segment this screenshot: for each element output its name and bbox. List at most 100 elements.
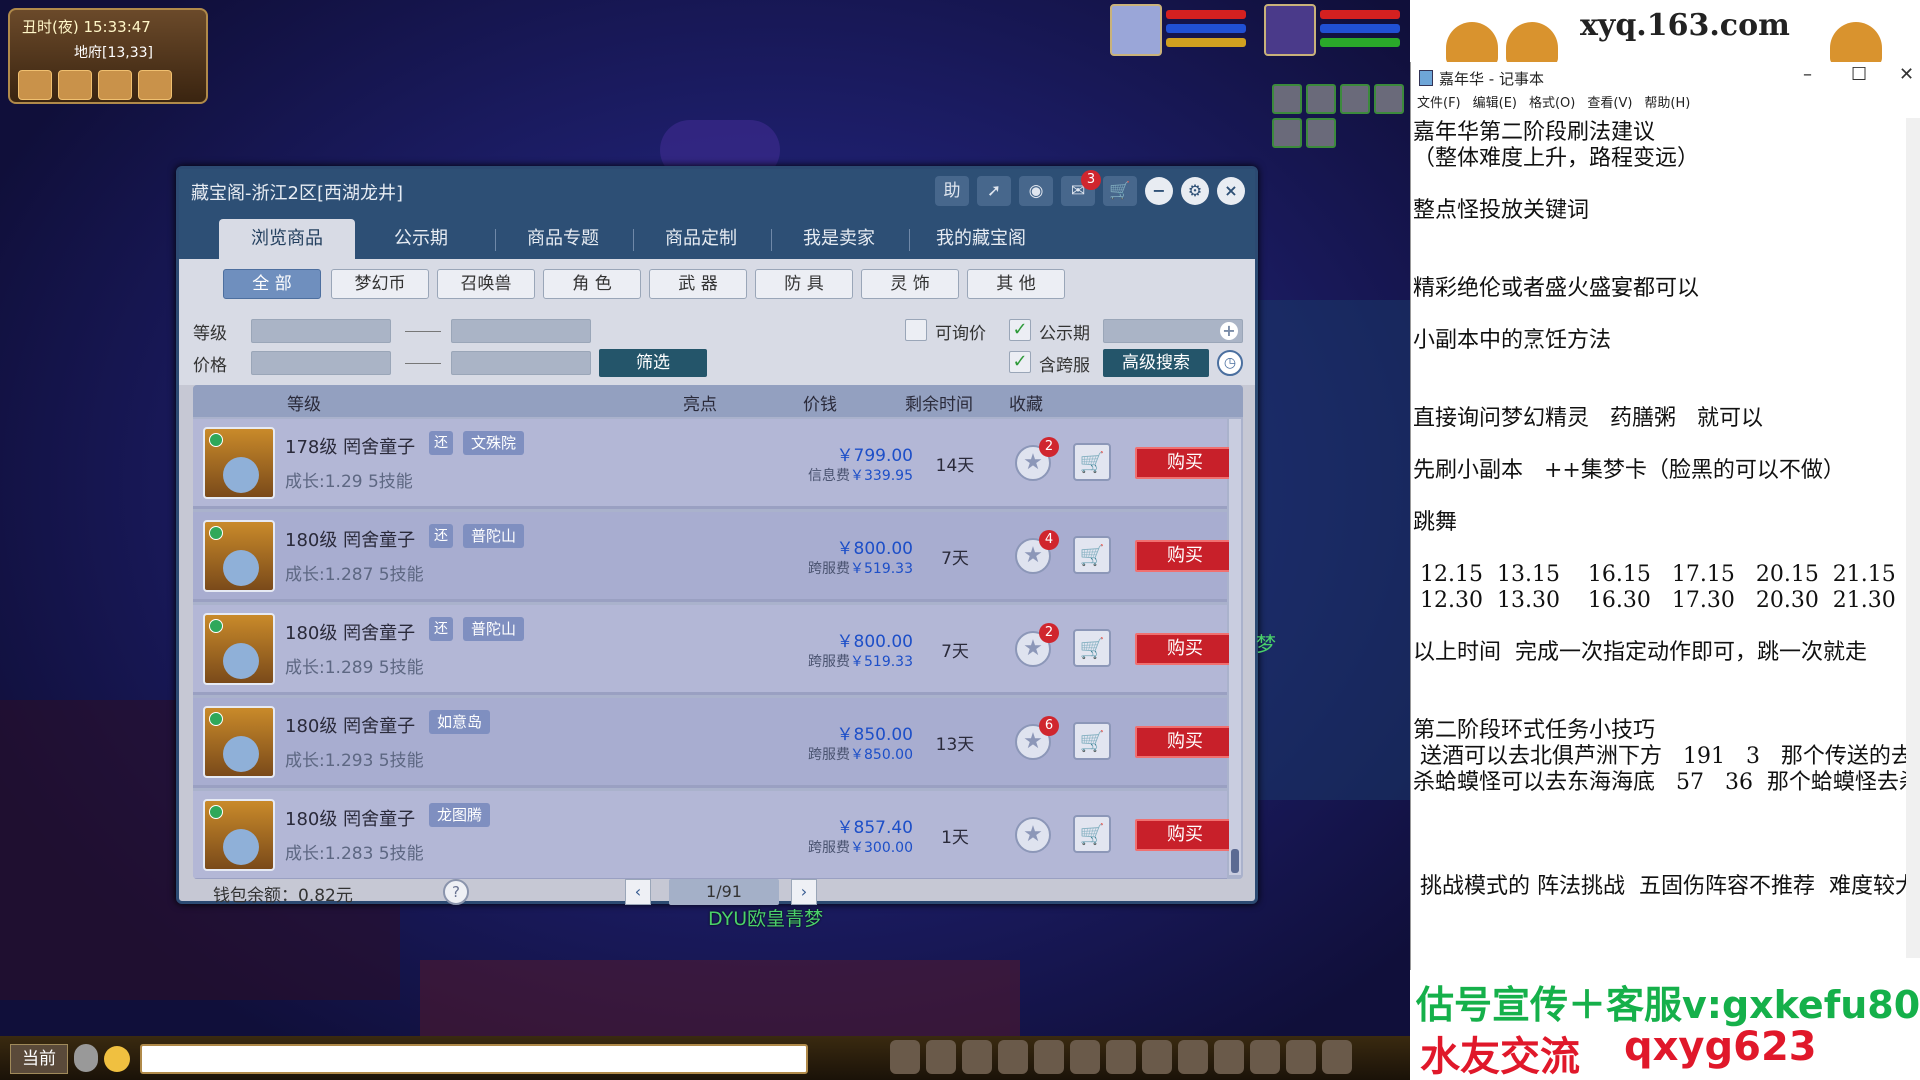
cat-currency[interactable]: 梦幻币 bbox=[331, 269, 429, 299]
chat-channel-button[interactable]: 当前 bbox=[10, 1044, 68, 1074]
favorite-star-icon[interactable]: ★ 2 bbox=[1015, 623, 1059, 667]
chat-input[interactable] bbox=[140, 1044, 808, 1074]
gear-icon[interactable]: ⚙ bbox=[1181, 177, 1209, 205]
notepad-scrollbar[interactable] bbox=[1906, 118, 1920, 958]
cart-icon[interactable]: 🛒 bbox=[1073, 443, 1111, 481]
buy-button[interactable]: 购买 bbox=[1135, 447, 1235, 479]
help-icon[interactable]: ? bbox=[443, 879, 469, 905]
toolbar-icon[interactable] bbox=[890, 1040, 920, 1074]
toolbar-icon[interactable] bbox=[1178, 1040, 1208, 1074]
player-name[interactable]: DYU欧皇青梦 bbox=[708, 904, 823, 931]
col-favorite[interactable]: 收藏 bbox=[1009, 390, 1043, 415]
minimize-icon[interactable]: – bbox=[1803, 64, 1812, 85]
toolbar-icon[interactable] bbox=[1286, 1040, 1316, 1074]
public-checkbox[interactable]: ✓ bbox=[1009, 319, 1031, 341]
cat-pets[interactable]: 召唤兽 bbox=[437, 269, 535, 299]
clock-icon[interactable]: ◷ bbox=[1217, 350, 1243, 376]
toolbar-icon[interactable] bbox=[1214, 1040, 1244, 1074]
menu-view[interactable]: 查看(V) bbox=[1587, 92, 1632, 116]
maximize-icon[interactable]: ☐ bbox=[1851, 64, 1867, 85]
table-row[interactable]: 178级 罔舍童子 还 文殊院 成长:1.29 5技能 ￥799.00 信息费￥… bbox=[193, 419, 1235, 509]
tab-seller[interactable]: 我是卖家 bbox=[771, 219, 907, 259]
buy-button[interactable]: 购买 bbox=[1135, 726, 1235, 758]
buff-icon[interactable] bbox=[1272, 118, 1302, 148]
cart-icon[interactable]: 🛒 bbox=[1073, 722, 1111, 760]
toolbar-icon[interactable] bbox=[1034, 1040, 1064, 1074]
cat-accessories[interactable]: 灵 饰 bbox=[861, 269, 959, 299]
price-min-input[interactable] bbox=[251, 351, 391, 375]
help-button[interactable]: 助 bbox=[935, 176, 969, 206]
advanced-search-button[interactable]: 高级搜索 bbox=[1103, 349, 1209, 377]
pet-avatar[interactable] bbox=[1264, 4, 1316, 56]
buy-button[interactable]: 购买 bbox=[1135, 819, 1235, 851]
cat-all[interactable]: 全 部 bbox=[223, 269, 321, 299]
cat-roles[interactable]: 角 色 bbox=[543, 269, 641, 299]
toolbar-icon[interactable] bbox=[1070, 1040, 1100, 1074]
tab-browse[interactable]: 浏览商品 bbox=[219, 219, 355, 259]
inquiry-checkbox[interactable] bbox=[905, 319, 927, 341]
toolbar-icon[interactable] bbox=[1106, 1040, 1136, 1074]
pet-avatar[interactable] bbox=[203, 799, 275, 871]
prev-page-button[interactable]: ‹ bbox=[625, 879, 651, 905]
mail-icon[interactable] bbox=[18, 70, 52, 100]
tab-public[interactable]: 公示期 bbox=[353, 219, 489, 259]
buff-icon[interactable] bbox=[1340, 84, 1370, 114]
cross-server-checkbox[interactable]: ✓ bbox=[1009, 351, 1031, 373]
menu-help[interactable]: 帮助(H) bbox=[1644, 92, 1690, 116]
close-icon[interactable]: × bbox=[1217, 177, 1245, 205]
buff-icon[interactable] bbox=[1272, 84, 1302, 114]
cart-icon[interactable]: 🛒 bbox=[1073, 815, 1111, 853]
notepad-text[interactable]: 嘉年华第二阶段刷法建议 （整体难度上升，路程变远） 整点怪投放关键词 精彩绝伦或者… bbox=[1413, 120, 1920, 900]
buff-icon[interactable] bbox=[1306, 84, 1336, 114]
toolbar-icon[interactable] bbox=[1250, 1040, 1280, 1074]
pet-avatar[interactable] bbox=[203, 520, 275, 592]
table-row[interactable]: 180级 罔舍童子 如意岛 成长:1.293 5技能 ￥850.00 跨服费￥8… bbox=[193, 698, 1235, 788]
pet-avatar[interactable] bbox=[203, 613, 275, 685]
price-max-input[interactable] bbox=[451, 351, 591, 375]
table-row[interactable]: 180级 罔舍童子 龙图腾 成长:1.283 5技能 ￥857.40 跨服费￥3… bbox=[193, 791, 1235, 879]
emoji-icon[interactable] bbox=[104, 1046, 130, 1072]
filter-button[interactable]: 筛选 bbox=[599, 349, 707, 377]
buy-button[interactable]: 购买 bbox=[1135, 540, 1235, 572]
col-level[interactable]: 等级 bbox=[287, 390, 321, 415]
cart-icon[interactable]: 🛒 bbox=[1073, 629, 1111, 667]
col-price[interactable]: 价钱 bbox=[803, 390, 837, 415]
menu-edit[interactable]: 编辑(E) bbox=[1473, 92, 1517, 116]
cat-weapons[interactable]: 武 器 bbox=[649, 269, 747, 299]
favorite-star-icon[interactable]: ★ 6 bbox=[1015, 716, 1059, 760]
pet-avatar[interactable] bbox=[203, 427, 275, 499]
toolbar-icon[interactable] bbox=[926, 1040, 956, 1074]
list-scrollbar[interactable] bbox=[1229, 419, 1241, 875]
menu-format[interactable]: 格式(O) bbox=[1529, 92, 1575, 116]
tab-my-cbg[interactable]: 我的藏宝阁 bbox=[913, 219, 1049, 259]
calendar-icon[interactable] bbox=[138, 70, 172, 100]
buy-button[interactable]: 购买 bbox=[1135, 633, 1235, 665]
cart-icon[interactable]: 🛒 bbox=[1103, 176, 1137, 206]
toolbar-icon[interactable] bbox=[1322, 1040, 1352, 1074]
page-indicator[interactable]: 1/91 bbox=[669, 879, 779, 905]
message-icon[interactable]: ✉ 3 bbox=[1061, 170, 1101, 206]
table-row[interactable]: 180级 罔舍童子 还 普陀山 成长:1.289 5技能 ￥800.00 跨服费… bbox=[193, 605, 1235, 695]
tab-topics[interactable]: 商品专题 bbox=[495, 219, 631, 259]
menu-file[interactable]: 文件(F) bbox=[1417, 92, 1461, 116]
character-avatar[interactable] bbox=[1110, 4, 1162, 56]
close-icon[interactable]: ✕ bbox=[1899, 64, 1914, 85]
cat-armor[interactable]: 防 具 bbox=[755, 269, 853, 299]
share-icon[interactable]: ➚ bbox=[977, 176, 1011, 206]
favorite-star-icon[interactable]: ★ bbox=[1015, 817, 1051, 853]
buff-icon[interactable] bbox=[1306, 118, 1336, 148]
toolbar-icon[interactable] bbox=[962, 1040, 992, 1074]
table-row[interactable]: 180级 罔舍童子 还 普陀山 成长:1.287 5技能 ￥800.00 跨服费… bbox=[193, 512, 1235, 602]
cat-other[interactable]: 其 他 bbox=[967, 269, 1065, 299]
level-max-input[interactable] bbox=[451, 319, 591, 343]
col-remaining[interactable]: 剩余时间 bbox=[905, 390, 973, 415]
tab-custom[interactable]: 商品定制 bbox=[633, 219, 769, 259]
record-icon[interactable]: ◉ bbox=[1019, 176, 1053, 206]
search-icon[interactable] bbox=[58, 70, 92, 100]
scroll-thumb[interactable] bbox=[1231, 849, 1239, 873]
next-page-button[interactable]: › bbox=[791, 879, 817, 905]
microphone-icon[interactable] bbox=[74, 1044, 98, 1072]
notepad-titlebar[interactable]: 嘉年华 - 记事本 – ☐ ✕ bbox=[1411, 62, 1920, 92]
toolbar-icon[interactable] bbox=[998, 1040, 1028, 1074]
toolbar-icon[interactable] bbox=[1142, 1040, 1172, 1074]
